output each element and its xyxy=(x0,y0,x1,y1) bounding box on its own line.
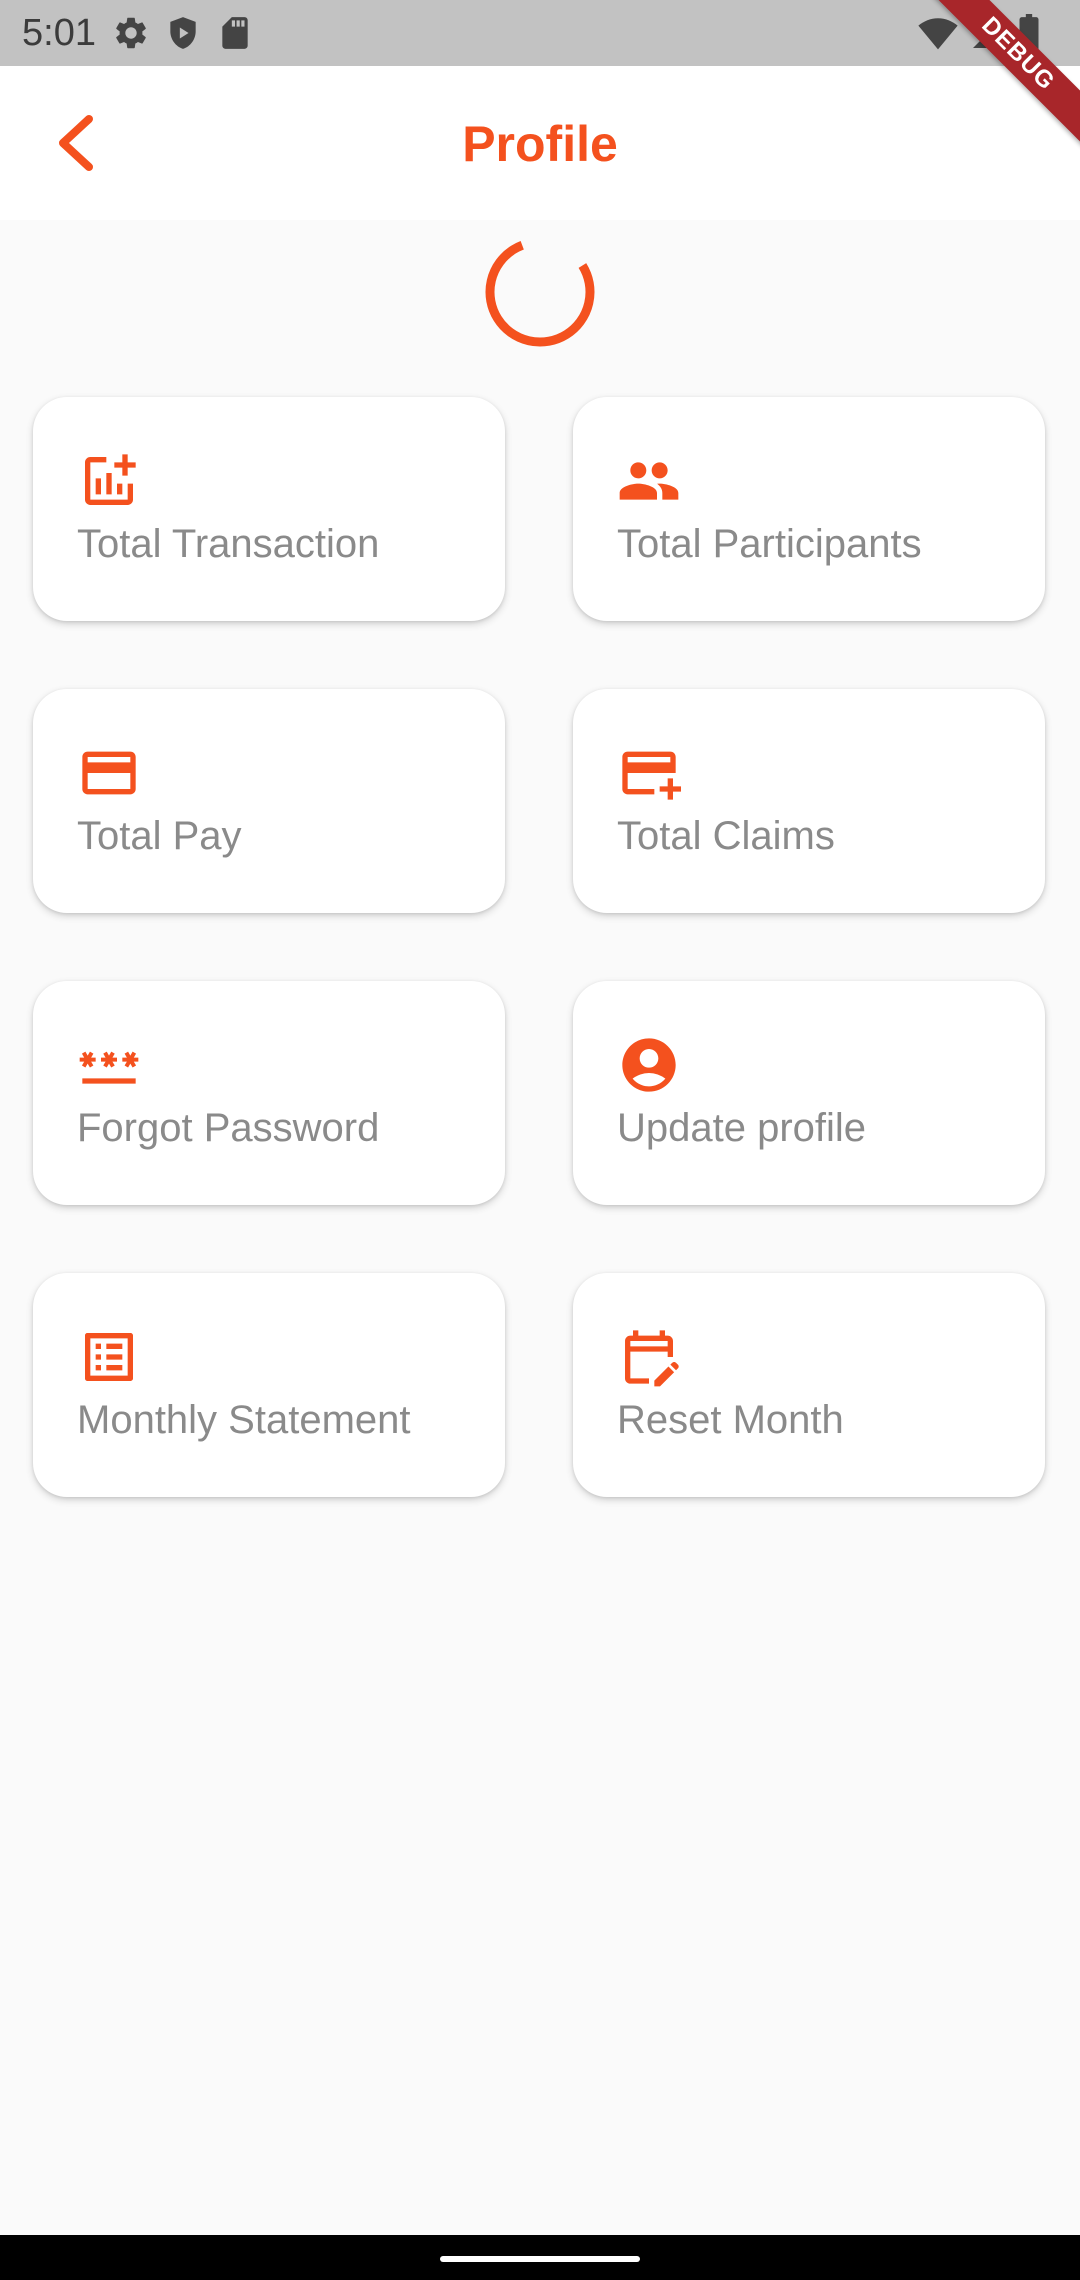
card-label: Total Participants xyxy=(617,522,922,566)
card-label: Total Pay xyxy=(77,814,242,858)
app-bar: Profile xyxy=(0,66,1080,220)
status-bar: 5:01 xyxy=(0,0,1080,66)
card-label: Monthly Statement xyxy=(77,1398,411,1442)
debug-label: DEBUG xyxy=(920,0,1080,159)
edit-calendar-icon xyxy=(617,1325,681,1389)
card-label: Total Claims xyxy=(617,814,835,858)
gear-icon xyxy=(112,14,150,52)
account-circle-icon xyxy=(617,1033,681,1097)
people-icon xyxy=(617,449,681,513)
sd-card-icon xyxy=(216,14,254,52)
password-icon xyxy=(77,1033,141,1097)
status-time: 5:01 xyxy=(22,12,96,54)
card-label: Reset Month xyxy=(617,1398,844,1442)
card-label: Forgot Password xyxy=(77,1106,380,1150)
add-card-icon xyxy=(617,741,681,805)
card-forgot-password[interactable]: Forgot Password xyxy=(33,981,505,1205)
card-total-pay[interactable]: Total Pay xyxy=(33,689,505,913)
card-total-claims[interactable]: Total Claims xyxy=(573,689,1045,913)
card-reset-month[interactable]: Reset Month xyxy=(573,1273,1045,1497)
card-total-participants[interactable]: Total Participants xyxy=(573,397,1045,621)
list-alt-icon xyxy=(77,1325,141,1389)
card-label: Total Transaction xyxy=(77,522,380,566)
add-chart-icon xyxy=(77,449,141,513)
card-total-transaction[interactable]: Total Transaction xyxy=(33,397,505,621)
debug-banner: DEBUG xyxy=(920,0,1080,160)
card-update-profile[interactable]: Update profile xyxy=(573,981,1045,1205)
card-monthly-statement[interactable]: Monthly Statement xyxy=(33,1273,505,1497)
shield-play-icon xyxy=(164,14,202,52)
page-title: Profile xyxy=(462,116,618,172)
navigation-bar xyxy=(0,2235,1080,2280)
status-icons-left xyxy=(112,12,254,54)
credit-card-icon xyxy=(77,741,141,805)
loading-spinner xyxy=(484,236,596,348)
home-gesture-handle[interactable] xyxy=(440,2256,640,2262)
card-label: Update profile xyxy=(617,1106,867,1150)
